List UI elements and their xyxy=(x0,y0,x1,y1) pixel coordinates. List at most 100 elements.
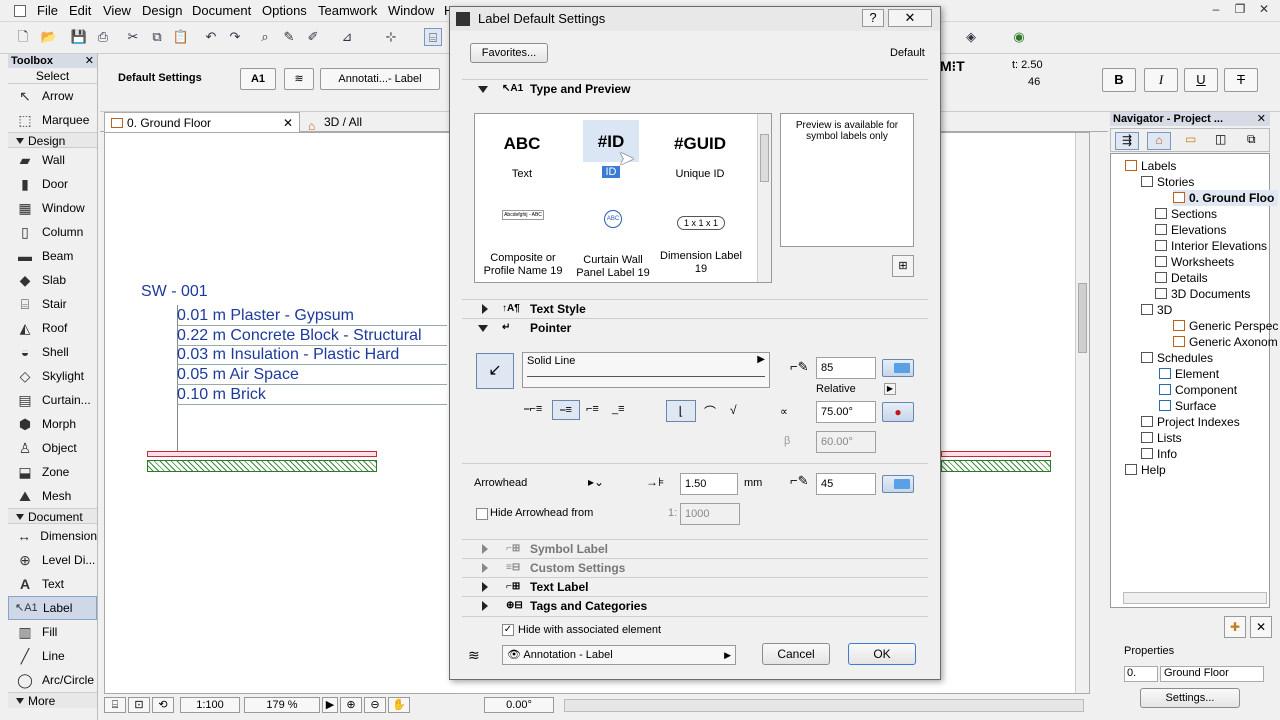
nav-schedules[interactable]: Schedules xyxy=(1141,350,1213,366)
zoom-out-icon[interactable]: ⊖ xyxy=(364,697,386,713)
snap-guides-icon[interactable]: ⊹ xyxy=(382,28,400,46)
tool-zone[interactable]: ⬓ Zone xyxy=(8,460,97,484)
layer-line-2[interactable]: 0.22 m Concrete Block - Structural xyxy=(177,327,447,346)
nav-lists[interactable]: Lists xyxy=(1141,430,1182,446)
app-icon[interactable] xyxy=(14,5,26,17)
menu-edit[interactable]: Edit xyxy=(69,3,91,18)
menu-window[interactable]: Window xyxy=(388,3,434,18)
new-folder-icon[interactable]: ✚ xyxy=(1224,616,1246,638)
layer-combo-icon[interactable]: ◈ xyxy=(962,28,980,46)
close-icon[interactable]: ✕ xyxy=(888,9,932,27)
text-size-value[interactable]: t: 2.50 xyxy=(1012,59,1043,71)
nav-sections[interactable]: Sections xyxy=(1155,206,1217,222)
open-icon[interactable]: 📂 xyxy=(40,28,58,46)
delete-icon[interactable]: ✕ xyxy=(1250,616,1272,638)
save-icon[interactable]: 💾 xyxy=(70,28,88,46)
type-composite-profile[interactable]: Abcdefghij - ABC Composite or Profile Na… xyxy=(479,206,567,278)
quick-options-icon[interactable]: ⌸ xyxy=(104,697,126,713)
tool-level-dimension[interactable]: ⊕ Level Di... xyxy=(8,548,97,572)
restore-icon[interactable]: ❐ xyxy=(1228,0,1252,18)
underline-button[interactable]: U xyxy=(1184,68,1218,92)
section-text-style[interactable]: ↑A¶ Text Style xyxy=(462,299,928,317)
tab-close-icon[interactable]: ✕ xyxy=(283,113,293,133)
cancel-button[interactable]: Cancel xyxy=(762,643,830,665)
tool-arrow[interactable]: ↖ Arrow xyxy=(8,84,97,108)
tool-line[interactable]: ╱ Line xyxy=(8,644,97,668)
tool-door[interactable]: ▮ Door xyxy=(8,172,97,196)
tab-3d[interactable]: ⌂ 3D / All xyxy=(302,112,422,133)
tool-dimension[interactable]: ↔ Dimension xyxy=(8,524,97,548)
tool-stair[interactable]: ⌸ Stair xyxy=(8,292,97,316)
pointer-shape-curved-icon[interactable]: ⌒ xyxy=(704,403,716,420)
tool-fill[interactable]: ▥ Fill xyxy=(8,620,97,644)
cut-icon[interactable]: ✂ xyxy=(124,28,142,46)
arrowhead-pen-color-button[interactable] xyxy=(882,475,914,493)
nav-project-indexes[interactable]: Project Indexes xyxy=(1141,414,1240,430)
pointer-pen-color-button[interactable] xyxy=(882,359,914,377)
close-icon[interactable]: ✕ xyxy=(1252,0,1276,18)
type-curtain-wall-panel[interactable]: ABC Curtain Wall Panel Label 19 xyxy=(571,206,655,279)
zoom-arrow-icon[interactable]: ▶ xyxy=(322,697,338,713)
tool-roof[interactable]: ◭ Roof xyxy=(8,316,97,340)
pointer-beta-field[interactable]: 60.00° xyxy=(816,431,876,453)
section-pointer[interactable]: ↵ Pointer xyxy=(462,318,928,336)
type-dimension-label[interactable]: 1 x 1 x 1 Dimension Label 19 xyxy=(655,206,747,278)
type-list-scrollbar[interactable] xyxy=(757,114,771,282)
type-unique-id[interactable]: #GUID Unique ID xyxy=(665,122,735,184)
pointer-angle-field[interactable]: 75.00° xyxy=(816,401,876,423)
relative-arrow-icon[interactable]: ▶ xyxy=(884,383,896,395)
project-map-icon[interactable]: ⇶ xyxy=(1115,132,1139,150)
nav-help[interactable]: Help xyxy=(1125,462,1166,478)
pointer-pen-field[interactable]: 85 xyxy=(816,357,876,379)
tool-arc-circle[interactable]: ◯ Arc/Circle xyxy=(8,668,97,692)
redo-icon[interactable]: ↷ xyxy=(226,28,244,46)
undo-icon[interactable]: ↶ xyxy=(202,28,220,46)
nav-interior-elevations[interactable]: Interior Elevations xyxy=(1155,238,1267,254)
paste-icon[interactable]: 📋 xyxy=(172,28,190,46)
nav-component[interactable]: Component xyxy=(1159,382,1237,398)
toolbox-close-icon[interactable]: ✕ xyxy=(85,54,94,68)
property-id-field[interactable]: 0. xyxy=(1124,666,1158,682)
teamwork-icon[interactable]: ◉ xyxy=(1010,28,1028,46)
zoom-in-icon[interactable]: ⊕ xyxy=(340,697,362,713)
arrowhead-type-icon[interactable]: ▸⌄ xyxy=(588,475,604,489)
menu-file[interactable]: File xyxy=(37,3,58,18)
tool-beam[interactable]: ▬ Beam xyxy=(8,244,97,268)
menu-options[interactable]: Options xyxy=(262,3,307,18)
menu-teamwork[interactable]: Teamwork xyxy=(318,3,377,18)
tool-column[interactable]: ▯ Column xyxy=(8,220,97,244)
italic-button[interactable]: I xyxy=(1144,68,1178,92)
tool-curtain-wall[interactable]: ▤ Curtain... xyxy=(8,388,97,412)
pointer-style-1-icon[interactable]: ⎯⌐≡ xyxy=(524,403,542,416)
arrowhead-size-field[interactable]: 1.50 xyxy=(680,473,738,495)
toolbox-section-design[interactable]: Design xyxy=(8,132,97,148)
section-tags-categories[interactable]: ⊕⊟ Tags and Categories xyxy=(462,596,928,614)
zoom-field[interactable]: 179 % xyxy=(244,697,320,713)
label-id-text[interactable]: SW - 001 xyxy=(141,283,208,301)
find-select-icon[interactable]: ⌕ xyxy=(256,28,274,46)
toolbox-more[interactable]: More xyxy=(8,692,97,708)
layer-line-1[interactable]: 0.01 m Plaster - Gypsum xyxy=(177,307,447,326)
navigator-close-icon[interactable]: ✕ xyxy=(1257,112,1266,126)
pointer-style-2-icon[interactable]: ⎯≡ xyxy=(552,400,580,420)
scale-field[interactable]: 1:100 xyxy=(180,697,240,713)
place-label-icon[interactable]: ⊞ xyxy=(892,255,914,277)
minimize-icon[interactable]: – xyxy=(1204,0,1228,18)
menu-design[interactable]: Design xyxy=(142,3,182,18)
pointer-shape-segmented-icon[interactable]: ⌊ xyxy=(666,400,696,422)
tool-object[interactable]: ♙ Object xyxy=(8,436,97,460)
pointer-style-3-icon[interactable]: ⌐≡ xyxy=(586,403,599,415)
nav-details[interactable]: Details xyxy=(1155,270,1208,286)
tool-text[interactable]: A Text xyxy=(8,572,97,596)
pointer-style-4-icon[interactable]: _≡ xyxy=(612,403,625,415)
update-icon[interactable]: ⟲ xyxy=(152,697,174,713)
nav-generic-perspective[interactable]: Generic Perspec xyxy=(1173,318,1278,334)
menu-document[interactable]: Document xyxy=(192,3,251,18)
tab-ground-floor[interactable]: 0. Ground Floor ✕ xyxy=(104,112,300,132)
property-name-field[interactable]: Ground Floor xyxy=(1160,666,1264,682)
pan-icon[interactable]: ✋ xyxy=(388,697,410,713)
orientation-field[interactable]: 0.00° xyxy=(484,697,554,713)
nav-labels[interactable]: Labels xyxy=(1125,158,1176,174)
wall-block-layer[interactable] xyxy=(147,460,377,472)
hide-arrowhead-scale-field[interactable]: 1000 xyxy=(680,503,740,525)
